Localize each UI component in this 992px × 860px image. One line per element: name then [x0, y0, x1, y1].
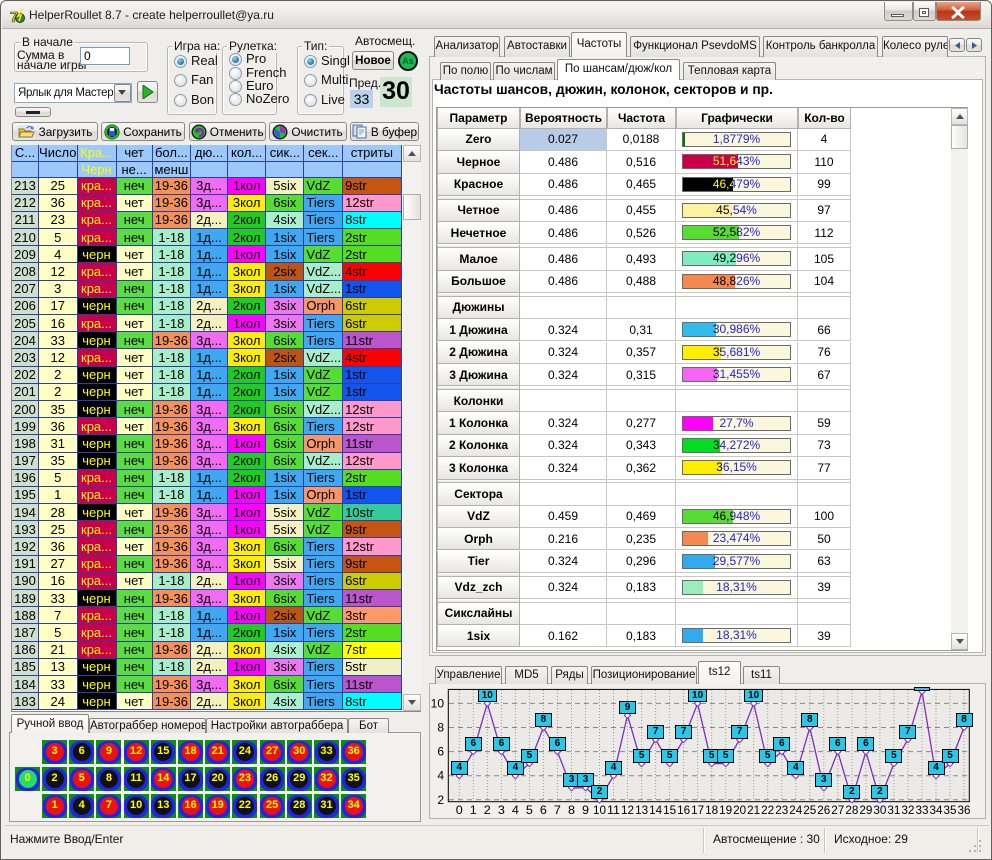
svg-text:26: 26	[817, 805, 830, 817]
svg-text:2: 2	[437, 793, 444, 807]
svg-text:8: 8	[437, 721, 444, 735]
svg-text:10: 10	[431, 696, 445, 710]
svg-text:1: 1	[470, 805, 477, 817]
svg-text:4: 4	[512, 805, 520, 817]
svg-text:11: 11	[607, 805, 620, 817]
svg-text:27: 27	[831, 805, 844, 817]
svg-text:2: 2	[484, 805, 491, 817]
svg-text:3: 3	[498, 805, 505, 817]
svg-text:19: 19	[719, 805, 732, 817]
svg-text:18: 18	[705, 805, 718, 817]
svg-text:14: 14	[649, 805, 663, 817]
svg-text:17: 17	[691, 805, 704, 817]
svg-text:13: 13	[635, 805, 648, 817]
svg-text:20: 20	[733, 805, 746, 817]
svg-text:32: 32	[901, 805, 914, 817]
svg-text:30: 30	[873, 805, 886, 817]
svg-text:29: 29	[859, 805, 872, 817]
svg-text:24: 24	[789, 805, 803, 817]
svg-text:10: 10	[593, 805, 606, 817]
svg-text:15: 15	[663, 805, 676, 817]
svg-text:34: 34	[930, 805, 944, 817]
svg-text:31: 31	[887, 805, 900, 817]
svg-text:6: 6	[437, 745, 444, 759]
svg-text:4: 4	[437, 769, 444, 783]
svg-text:7: 7	[554, 805, 561, 817]
svg-text:22: 22	[761, 805, 774, 817]
svg-text:16: 16	[677, 805, 690, 817]
svg-text:0: 0	[456, 805, 463, 817]
svg-text:8: 8	[568, 805, 575, 817]
svg-text:25: 25	[803, 805, 816, 817]
svg-text:35: 35	[944, 805, 957, 817]
svg-text:36: 36	[958, 805, 971, 817]
svg-text:21: 21	[747, 805, 760, 817]
svg-text:5: 5	[526, 805, 533, 817]
svg-text:9: 9	[582, 805, 589, 817]
svg-text:6: 6	[540, 805, 547, 817]
svg-text:23: 23	[775, 805, 788, 817]
svg-text:12: 12	[621, 805, 634, 817]
svg-text:33: 33	[916, 805, 929, 817]
svg-text:28: 28	[845, 805, 858, 817]
